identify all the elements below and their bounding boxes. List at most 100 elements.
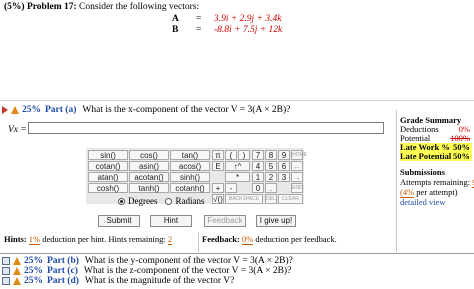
vector-name: B — [172, 25, 179, 35]
feedback-button[interactable]: Feedback — [204, 215, 246, 227]
attempts-label: Attempts remaining: — [400, 177, 471, 187]
part-b-question: What is the y-component of the vector V … — [84, 256, 293, 266]
degrees-radio[interactable] — [118, 197, 125, 205]
warning-icon — [13, 277, 21, 285]
part-a-question: What is the x-component of the vector V … — [82, 105, 291, 115]
key-cos[interactable]: cos() — [129, 150, 169, 160]
divider — [198, 232, 199, 252]
key-backspace[interactable]: BACKSPACE — [225, 194, 263, 204]
part-b-header[interactable]: 25% Part (b) What is the y-component of … — [2, 256, 293, 266]
key-cosh[interactable]: cosh() — [88, 183, 128, 193]
key-del[interactable]: DEL — [265, 194, 277, 204]
hint-button[interactable]: Hint — [150, 215, 192, 227]
radians-label: Radians — [175, 196, 205, 206]
vector-equals: = — [196, 25, 202, 35]
key-6[interactable]: 6 — [278, 161, 290, 171]
key-multiply[interactable]: * — [225, 172, 250, 182]
key-sinh[interactable]: sinh() — [170, 172, 210, 182]
key-asin[interactable]: asin() — [129, 161, 169, 171]
key-sin[interactable]: sin() — [88, 150, 128, 160]
feedback-label: Feedback: — [202, 234, 240, 244]
hints-line: Hints: 1% deduction per hint. Hints rema… — [4, 234, 173, 245]
key-0[interactable]: 0 — [252, 183, 264, 193]
key-power[interactable]: ↑^ — [225, 161, 250, 171]
part-icon — [2, 267, 10, 275]
part-b-percent: 25% — [24, 256, 43, 266]
angle-mode-group: Degrees Radians — [118, 196, 204, 206]
key-home[interactable]: HOME — [291, 150, 307, 160]
key-atan[interactable]: atan() — [88, 172, 128, 182]
part-d-question: What is the magnitude of the vector V? — [84, 276, 235, 286]
vector-name: A — [172, 14, 179, 24]
part-c-label: Part (c) — [47, 266, 78, 276]
key-e[interactable]: E — [212, 161, 224, 171]
key-sqrt[interactable]: √() — [212, 194, 224, 204]
key-tan[interactable]: tan() — [170, 150, 210, 160]
key-right-arrow[interactable]: → — [291, 172, 303, 182]
part-b-label: Part (b) — [47, 256, 79, 266]
hints-label: Hints: — [4, 234, 27, 244]
key-1[interactable]: 1 — [252, 172, 264, 182]
key-acos[interactable]: acos() — [170, 161, 210, 171]
key-clear[interactable]: CLEAR — [278, 194, 303, 204]
problem-prompt: Consider the following vectors: — [79, 2, 200, 12]
key-9[interactable]: 9 — [278, 150, 290, 160]
radians-radio[interactable] — [165, 197, 173, 205]
feedback-text: deduction per feedback. — [255, 234, 337, 244]
key-acotan[interactable]: acotan() — [129, 172, 169, 182]
key-tanh[interactable]: tanh() — [129, 183, 169, 193]
hints-text: deduction per hint. Hints remaining: — [42, 234, 166, 244]
key-2[interactable]: 2 — [265, 172, 277, 182]
divider — [0, 100, 474, 101]
vector-b-row: B = -8.8i + 7.5j + 12k — [172, 25, 282, 35]
submit-button[interactable]: Submit — [98, 215, 140, 227]
part-a-header[interactable]: 25% Part (a) What is the x-component of … — [2, 105, 290, 115]
part-d-percent: 25% — [24, 276, 43, 286]
key-4[interactable]: 4 — [252, 161, 264, 171]
key-decimal[interactable]: . — [265, 183, 277, 193]
part-c-question: What is the z-component of the vector V … — [83, 266, 292, 276]
part-c-percent: 25% — [24, 266, 43, 276]
expand-arrow-icon[interactable] — [2, 106, 8, 114]
problem-title: Problem 17: — [26, 2, 77, 12]
answer-label: Vx = — [8, 125, 27, 135]
key-8[interactable]: 8 — [265, 150, 277, 160]
vector-expression: 3.9i + 2.9j + 3.4k — [214, 14, 282, 24]
late-potential-value: 50% — [453, 151, 470, 161]
feedback-line: Feedback: 0% deduction per feedback. — [202, 234, 337, 245]
key-cotan[interactable]: cotan() — [88, 161, 128, 171]
key-3[interactable]: 3 — [278, 172, 290, 182]
part-icon — [2, 277, 10, 285]
give-up-button[interactable]: I give up! — [256, 215, 296, 227]
part-c-header[interactable]: 25% Part (c) What is the z-component of … — [2, 266, 291, 276]
key-open-paren[interactable]: ( — [225, 150, 237, 160]
warning-icon — [11, 106, 19, 114]
vector-equals: = — [196, 14, 202, 24]
key-left-arrow[interactable]: ← — [291, 161, 303, 171]
part-d-header[interactable]: 25% Part (d) What is the magnitude of th… — [2, 276, 234, 286]
feedback-deduction-pct: 0% — [241, 234, 254, 245]
key-pi[interactable]: π — [212, 150, 224, 160]
part-d-label: Part (d) — [47, 276, 79, 286]
key-cotanh[interactable]: cotanh() — [170, 183, 210, 193]
late-potential-label: Late Potential — [400, 151, 452, 161]
degrees-label: Degrees — [128, 196, 158, 206]
vector-expression: -8.8i + 7.5j + 12k — [214, 25, 283, 35]
key-close-paren[interactable]: ) — [238, 150, 250, 160]
warning-icon — [13, 257, 21, 265]
part-a-label: Part (a) — [45, 105, 77, 115]
divider — [0, 253, 474, 254]
warning-icon — [13, 267, 21, 275]
submissions-title: Submissions — [400, 167, 445, 177]
key-plus[interactable]: + — [212, 183, 224, 193]
hints-remaining: 2 — [167, 234, 173, 245]
detailed-view-link[interactable]: detailed view — [400, 197, 472, 207]
key-minus[interactable]: - — [225, 183, 237, 193]
key-5[interactable]: 5 — [265, 161, 277, 171]
key-7[interactable]: 7 — [252, 150, 264, 160]
key-end[interactable]: END — [291, 183, 303, 193]
answer-input[interactable] — [28, 122, 384, 134]
attempts-line: Attempts remaining: 9 — [400, 177, 474, 188]
per-attempt-line: (4% per attempt) — [400, 187, 472, 198]
late-potential-row: Late Potential 50% — [400, 152, 472, 161]
